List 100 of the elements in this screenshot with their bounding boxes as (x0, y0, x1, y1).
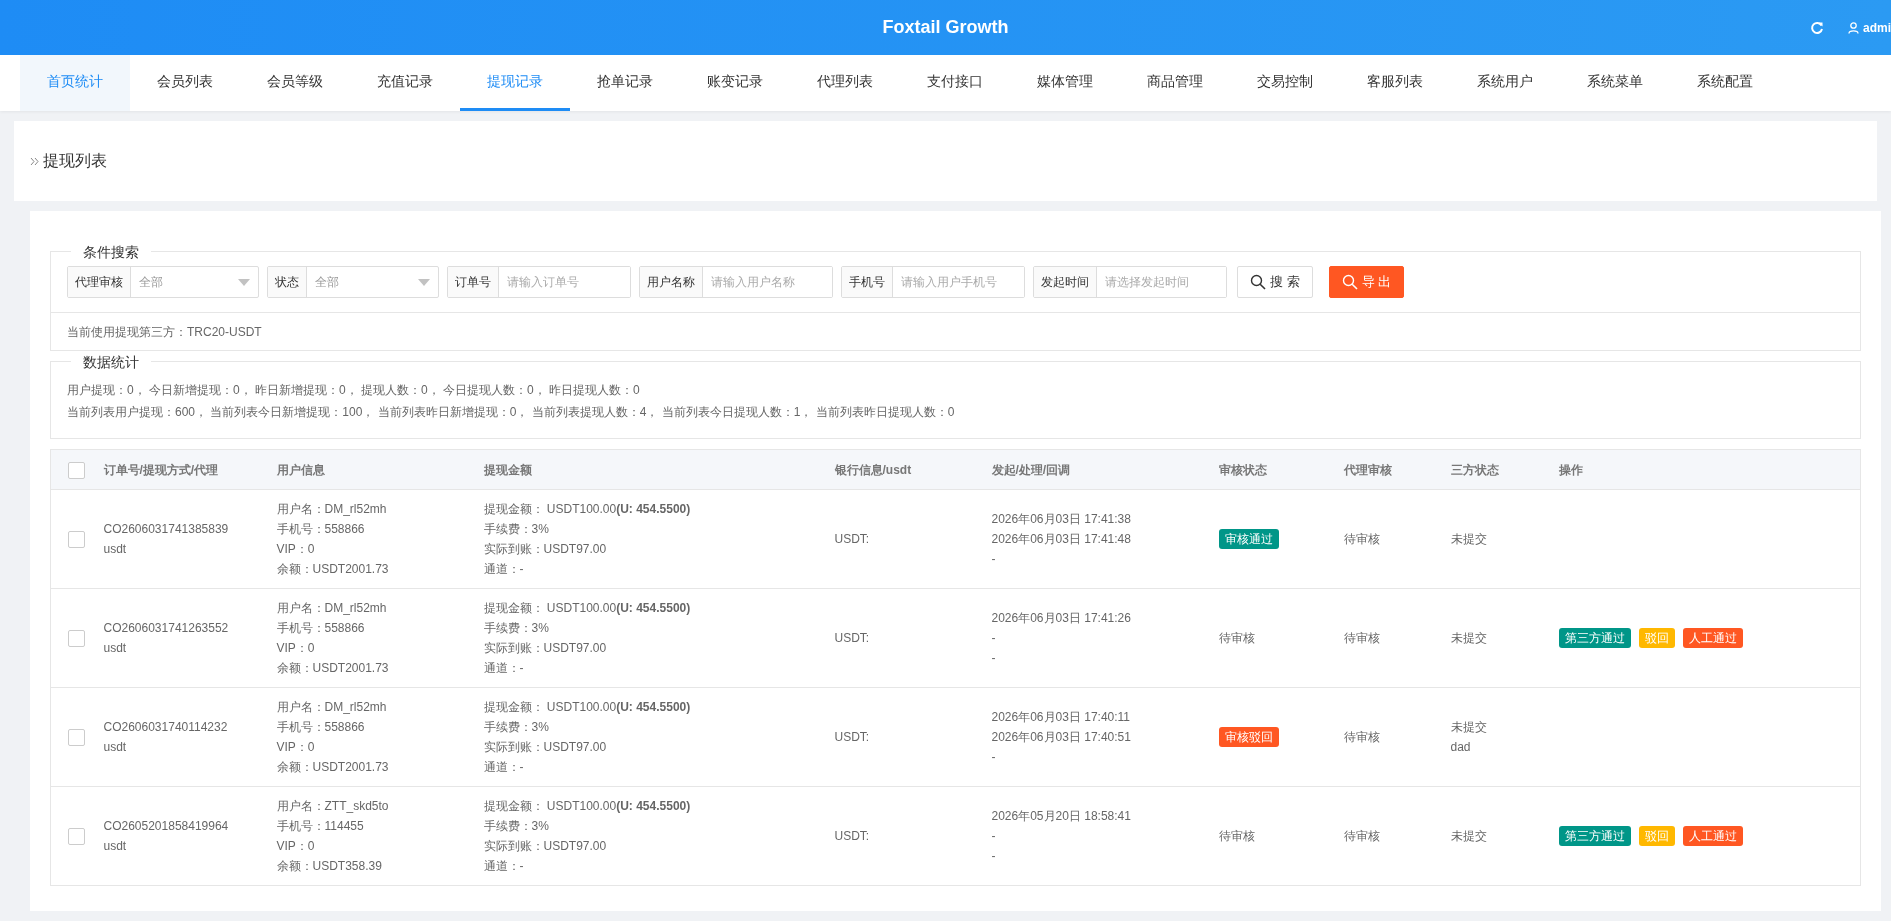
time-line: 2026年06月03日 17:40:11 (991, 709, 1132, 726)
third-party-status: 未提交 (1450, 719, 1488, 736)
nav-tab[interactable]: 代理列表 (790, 55, 900, 111)
amount-line: 实际到账：USDT97.00 (483, 838, 608, 855)
order-text: CO2606031740114232 (103, 719, 229, 736)
column-header: 银行信息/usdt (834, 462, 912, 477)
dropdown-caret-icon (238, 278, 250, 286)
search-icon (1250, 274, 1266, 290)
agent-status: 待审核 (1343, 829, 1380, 843)
third-party-status: dad (1450, 739, 1472, 756)
user-info-line: 余额：USDT2001.73 (276, 561, 390, 578)
user-icon (1848, 21, 1859, 34)
column-header: 代理审核 (1343, 462, 1392, 477)
order-text: usdt (103, 838, 128, 855)
stats-line: 当前列表用户提现：600， 当前列表今日新增提现：100， 当前列表昨日新增提现：0， 当前列表提现人数：4， 当前列表今日提现人数：1， 当前列表昨日提现人数：0 (67, 404, 956, 421)
select-value: 全部 (139, 274, 163, 291)
nav-tab[interactable]: 提现记录 (460, 55, 570, 111)
bank-info: USDT: (834, 631, 870, 645)
column-header: 用户信息 (276, 462, 325, 477)
nav-tab[interactable]: 充值记录 (350, 55, 460, 111)
input-field[interactable]: 订单号 请输入订单号 (447, 266, 631, 298)
order-text: CO2606031741385839 (103, 521, 230, 538)
user-info-line: 手机号：558866 (276, 521, 366, 538)
select-all-checkbox[interactable] (68, 461, 86, 479)
nav-tab[interactable]: 系统用户 (1450, 55, 1560, 111)
nav-tab[interactable]: 客服列表 (1340, 55, 1450, 111)
user-info-line: 手机号：114455 (276, 818, 365, 835)
search-button[interactable]: 搜 索 (1237, 266, 1313, 298)
input-field[interactable]: 手机号 请输入用户手机号 (841, 266, 1025, 298)
user-info-line: 用户名：DM_rl52mh (276, 501, 388, 518)
nav-tab[interactable]: 抢单记录 (570, 55, 680, 111)
column-header: 审核状态 (1218, 462, 1267, 477)
user-info-line: 用户名：DM_rl52mh (276, 600, 388, 617)
dropdown-caret-icon (418, 278, 430, 286)
column-header: 提现金额 (483, 462, 532, 477)
nav-tab[interactable]: 商品管理 (1120, 55, 1230, 111)
bank-info: USDT: (834, 532, 870, 546)
order-text: usdt (103, 640, 128, 657)
third-party-status: 未提交 (1450, 630, 1488, 647)
third-party-status: 未提交 (1450, 828, 1488, 845)
agent-status: 待审核 (1343, 532, 1380, 546)
action-button[interactable]: 第三方通过 (1558, 628, 1631, 648)
field-label: 代理审核 (68, 267, 131, 297)
page-title: 提现列表 (43, 151, 107, 171)
field-label: 用户名称 (640, 267, 703, 297)
nav-tab[interactable]: 系统菜单 (1560, 55, 1670, 111)
row-checkbox[interactable] (68, 828, 86, 846)
user-info-line: VIP：0 (276, 838, 316, 855)
refresh-icon[interactable] (1810, 20, 1824, 35)
amount-line: 手续费：3% (483, 521, 550, 538)
user-info-line: VIP：0 (276, 640, 316, 657)
amount-line: 提现金额： USDT100.00(U: 454.5500) (483, 600, 692, 617)
user-info-line: 手机号：558866 (276, 719, 366, 736)
row-checkbox[interactable] (68, 531, 86, 549)
amount-line: 通道：- (483, 660, 525, 677)
third-party-status: 未提交 (1450, 531, 1488, 548)
time-line: 2026年05月20日 18:58:41 (991, 808, 1132, 825)
row-checkbox[interactable] (68, 729, 86, 747)
nav-tab[interactable]: 交易控制 (1230, 55, 1340, 111)
nav-tab[interactable]: 系统配置 (1670, 55, 1780, 111)
column-header: 订单号/提现方式/代理 (103, 462, 219, 477)
user-info-line: VIP：0 (276, 739, 316, 756)
nav-tab[interactable]: 支付接口 (900, 55, 1010, 111)
input-field[interactable]: 发起时间 请选择发起时间 (1033, 266, 1227, 298)
time-line: - (991, 828, 997, 845)
amount-line: 手续费：3% (483, 620, 550, 637)
nav-tab[interactable]: 会员列表 (130, 55, 240, 111)
nav-tab[interactable]: 会员等级 (240, 55, 350, 111)
column-header: 三方状态 (1450, 462, 1499, 477)
time-line: - (991, 848, 997, 865)
amount-line: 手续费：3% (483, 719, 550, 736)
select-field[interactable]: 代理审核 全部 (67, 266, 259, 298)
order-text: CO2605201858419964 (103, 818, 230, 835)
action-button[interactable]: 第三方通过 (1558, 826, 1631, 846)
row-checkbox[interactable] (68, 630, 86, 648)
status-tag: 审核驳回 (1218, 727, 1279, 747)
time-line: - (991, 650, 997, 667)
time-line: 2026年06月03日 17:41:48 (991, 531, 1132, 548)
input-field[interactable]: 用户名称 请输入用户名称 (639, 266, 833, 298)
user-info-line: 余额：USDT2001.73 (276, 759, 390, 776)
agent-status: 待审核 (1343, 730, 1380, 744)
amount-line: 实际到账：USDT97.00 (483, 739, 608, 756)
column-header: 发起/处理/回调 (991, 462, 1071, 477)
user-info-line: 用户名：ZTT_skd5to (276, 798, 390, 815)
nav-tab[interactable]: 账变记录 (680, 55, 790, 111)
status-text: 待审核 (1218, 631, 1255, 645)
stats-line: 用户提现：0， 今日新增提现：0， 昨日新增提现：0， 提现人数：0， 今日提现人数：0， 昨日提现人数：0 (67, 382, 641, 399)
nav-tab[interactable]: 媒体管理 (1010, 55, 1120, 111)
time-line: - (991, 630, 997, 647)
search-icon (1341, 274, 1358, 290)
amount-line: 通道：- (483, 858, 525, 875)
bank-info: USDT: (834, 730, 870, 744)
user-info-line: 余额：USDT358.39 (276, 858, 383, 875)
user-info-line: VIP：0 (276, 541, 316, 558)
user-info-line: 余额：USDT2001.73 (276, 660, 390, 677)
field-label: 手机号 (842, 267, 893, 297)
status-tag: 审核通过 (1218, 529, 1279, 549)
amount-line: 实际到账：USDT97.00 (483, 640, 608, 657)
double-chevron-icon (30, 156, 39, 166)
select-field[interactable]: 状态 全部 (267, 266, 439, 298)
